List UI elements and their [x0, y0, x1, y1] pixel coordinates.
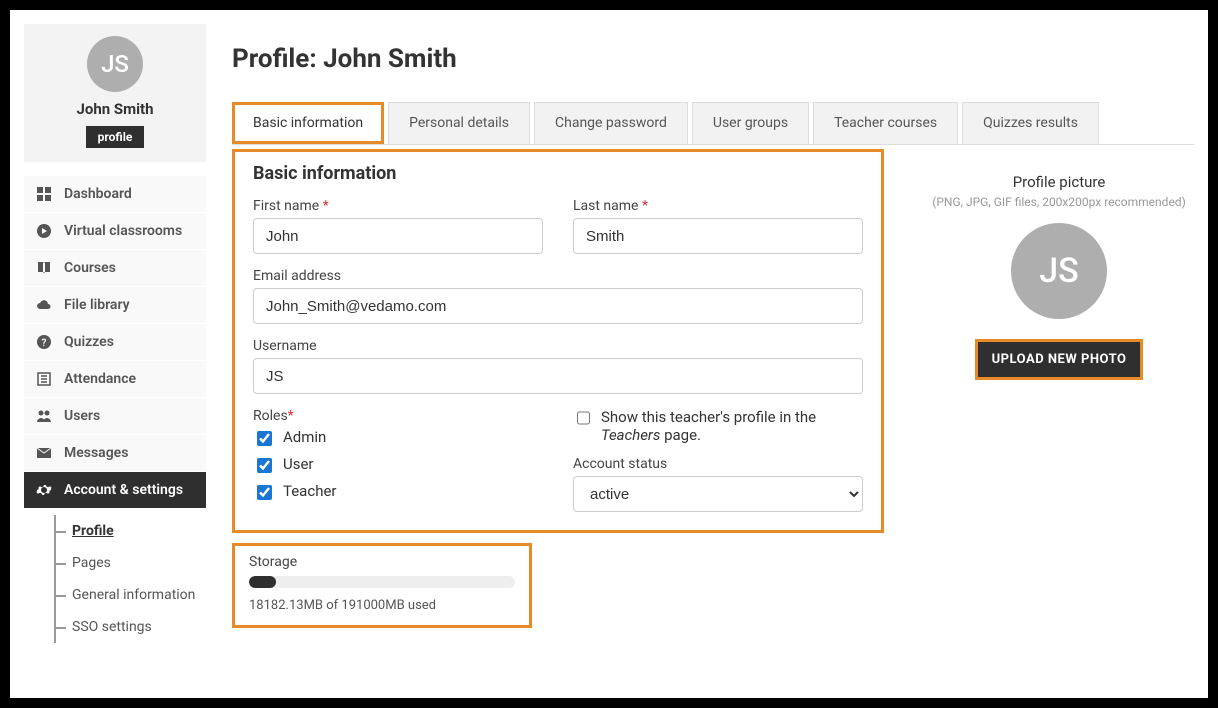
question-icon: ?	[36, 334, 52, 350]
profile-card: JS John Smith profile	[24, 24, 206, 162]
role-label: User	[283, 455, 314, 473]
first-name-label: First name *	[253, 198, 543, 214]
main-content: Profile: John Smith Basic information Pe…	[232, 24, 1194, 698]
nav-label: Dashboard	[64, 186, 132, 202]
show-teacher-text: Show this teacher's profile in the Teach…	[601, 408, 863, 444]
envelope-icon	[36, 445, 52, 461]
nav-quizzes[interactable]: ? Quizzes	[24, 324, 206, 361]
nav-users[interactable]: Users	[24, 398, 206, 435]
panel-heading: Basic information	[253, 163, 863, 184]
nav-label: Quizzes	[64, 334, 114, 350]
show-teacher-checkbox[interactable]	[577, 411, 590, 425]
tab-quizzes-results[interactable]: Quizzes results	[962, 102, 1099, 144]
tabs: Basic information Personal details Chang…	[232, 102, 1194, 145]
nav-messages[interactable]: Messages	[24, 435, 206, 472]
role-user-checkbox[interactable]	[257, 458, 272, 473]
nav-label: Messages	[64, 445, 128, 461]
subnav-pages[interactable]: Pages	[54, 547, 206, 579]
status-label: Account status	[573, 456, 863, 472]
tab-teacher-courses[interactable]: Teacher courses	[813, 102, 958, 144]
role-teacher-checkbox[interactable]	[257, 485, 272, 500]
nav-label: Virtual classrooms	[64, 223, 182, 239]
username-input[interactable]	[253, 358, 863, 394]
tab-personal-details[interactable]: Personal details	[388, 102, 530, 144]
nav-label: Account & settings	[64, 482, 183, 498]
roles-label: Roles*	[253, 408, 543, 424]
nav-dashboard[interactable]: Dashboard	[24, 176, 206, 213]
status-select[interactable]: active	[573, 476, 863, 512]
subnav: Profile Pages General information SSO se…	[24, 509, 206, 643]
profile-name: John Smith	[32, 100, 198, 118]
tab-user-groups[interactable]: User groups	[692, 102, 809, 144]
role-admin-checkbox[interactable]	[257, 431, 272, 446]
last-name-label: Last name *	[573, 198, 863, 214]
email-input[interactable]	[253, 288, 863, 324]
basic-information-panel: Basic information First name * Last name…	[232, 149, 884, 533]
upload-photo-button[interactable]: UPLOAD NEW PHOTO	[975, 339, 1144, 380]
nav-label: Courses	[64, 260, 116, 276]
book-icon	[36, 260, 52, 276]
svg-text:?: ?	[42, 338, 47, 349]
tab-basic-information[interactable]: Basic information	[232, 102, 384, 144]
nav-account-settings[interactable]: Account & settings	[24, 472, 206, 509]
subnav-profile[interactable]: Profile	[54, 515, 206, 547]
profile-picture-pane: Profile picture (PNG, JPG, GIF files, 20…	[924, 149, 1194, 628]
sidebar: JS John Smith profile Dashboard Virtual …	[24, 24, 206, 698]
avatar: JS	[87, 36, 143, 92]
nav-attendance[interactable]: Attendance	[24, 361, 206, 398]
storage-title: Storage	[249, 554, 515, 570]
storage-text: 18182.13MB of 191000MB used	[249, 598, 515, 613]
show-teacher-toggle: Show this teacher's profile in the Teach…	[573, 408, 863, 444]
users-icon	[36, 408, 52, 424]
nav-label: Users	[64, 408, 100, 424]
cloud-icon	[36, 297, 52, 313]
subnav-general-information[interactable]: General information	[54, 579, 206, 611]
role-admin: Admin	[253, 428, 543, 449]
nav-label: Attendance	[64, 371, 136, 387]
subnav-sso-settings[interactable]: SSO settings	[54, 611, 206, 643]
picture-avatar: JS	[1011, 223, 1107, 319]
picture-hint: (PNG, JPG, GIF files, 200x200px recommen…	[924, 195, 1194, 209]
play-circle-icon	[36, 223, 52, 239]
role-label: Teacher	[283, 482, 337, 500]
tab-change-password[interactable]: Change password	[534, 102, 688, 144]
nav-label: File library	[64, 297, 130, 313]
nav-courses[interactable]: Courses	[24, 250, 206, 287]
picture-title: Profile picture	[924, 173, 1194, 191]
email-label: Email address	[253, 268, 863, 284]
role-label: Admin	[283, 428, 326, 446]
first-name-input[interactable]	[253, 218, 543, 254]
grid-icon	[36, 186, 52, 202]
gear-icon	[36, 482, 52, 498]
page-title: Profile: John Smith	[232, 44, 1194, 74]
nav-file-library[interactable]: File library	[24, 287, 206, 324]
role-teacher: Teacher	[253, 482, 543, 503]
storage-progress-fill	[249, 576, 276, 588]
nav-virtual-classrooms[interactable]: Virtual classrooms	[24, 213, 206, 250]
profile-badge: profile	[86, 126, 145, 148]
storage-progress	[249, 576, 515, 588]
role-user: User	[253, 455, 543, 476]
last-name-input[interactable]	[573, 218, 863, 254]
username-label: Username	[253, 338, 863, 354]
storage-panel: Storage 18182.13MB of 191000MB used	[232, 543, 532, 628]
nav: Dashboard Virtual classrooms Courses Fil…	[24, 176, 206, 643]
list-icon	[36, 371, 52, 387]
